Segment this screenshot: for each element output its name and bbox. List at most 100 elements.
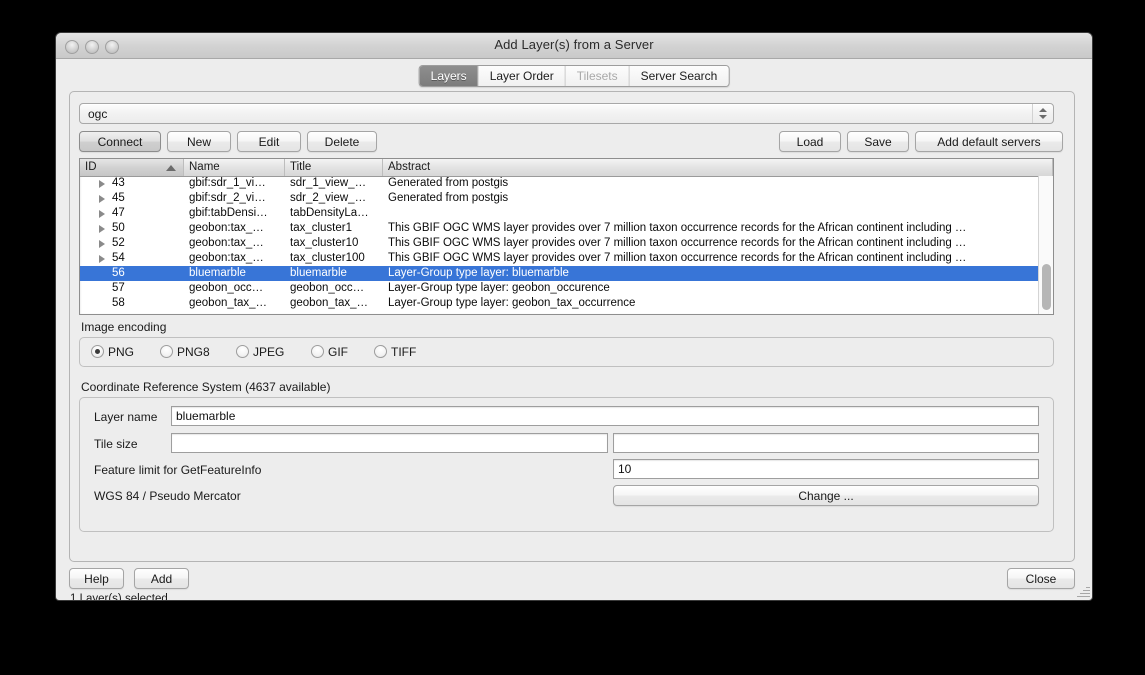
table-cell-title: tax_cluster1	[285, 221, 383, 236]
table-cell-id: 52	[80, 236, 184, 251]
add-default-servers-button[interactable]: Add default servers	[915, 131, 1063, 152]
crs-form-group: Layer name bluemarble Tile size Feature …	[79, 397, 1054, 532]
tab-group: Layers Layer Order Tilesets Server Searc…	[419, 65, 730, 87]
table-cell-id-value: 47	[112, 206, 125, 221]
table-cell-abstract: Generated from postgis	[383, 191, 1053, 206]
table-vertical-scrollbar[interactable]	[1038, 176, 1053, 314]
table-cell-id-value: 43	[112, 176, 125, 191]
column-header-id-label: ID	[85, 161, 97, 173]
radio-jpeg-label: JPEG	[253, 345, 284, 359]
new-button[interactable]: New	[167, 131, 231, 152]
table-cell-name: geobon_occ…	[184, 281, 285, 296]
table-cell-abstract: Layer-Group type layer: geobon_tax_occur…	[383, 296, 1053, 311]
table-cell-id-value: 58	[112, 296, 125, 311]
radio-png8[interactable]: PNG8	[160, 345, 210, 359]
server-connection-combo[interactable]: ogc	[79, 103, 1054, 124]
table-cell-title: tabDensityLa…	[285, 206, 383, 221]
table-cell-abstract: Layer-Group type layer: geobon_occurence	[383, 281, 1053, 296]
column-header-abstract[interactable]: Abstract	[383, 159, 1053, 176]
table-cell-id: 57	[80, 281, 184, 296]
radio-dot-icon	[236, 345, 249, 358]
radio-gif-label: GIF	[328, 345, 348, 359]
table-cell-id: 58	[80, 296, 184, 311]
table-cell-abstract	[383, 206, 1053, 221]
table-row[interactable]: 43gbif:sdr_1_vi…sdr_1_view_…Generated fr…	[80, 176, 1053, 191]
radio-png[interactable]: PNG	[91, 345, 134, 359]
table-cell-name: geobon:tax_…	[184, 221, 285, 236]
close-button[interactable]: Close	[1007, 568, 1075, 589]
add-button[interactable]: Add	[134, 568, 189, 589]
tile-size-width-input[interactable]	[171, 433, 608, 453]
radio-dot-icon	[160, 345, 173, 358]
table-cell-id: 43	[80, 176, 184, 191]
table-cell-name: bluemarble	[184, 266, 285, 281]
table-cell-name: gbif:tabDensi…	[184, 206, 285, 221]
table-row[interactable]: 47 gbif:tabDensi…tabDensityLa…	[80, 206, 1053, 221]
table-row[interactable]: 58geobon_tax_…geobon_tax_…Layer-Group ty…	[80, 296, 1053, 311]
table-cell-id: 56	[80, 266, 184, 281]
status-text: 1 Layer(s) selected	[70, 593, 168, 601]
chevron-updown-icon[interactable]	[1032, 104, 1053, 123]
window-titlebar: Add Layer(s) from a Server	[56, 33, 1092, 59]
table-cell-id-value: 56	[112, 266, 125, 281]
table-row[interactable]: 50geobon:tax_…tax_cluster1This GBIF OGC …	[80, 221, 1053, 236]
table-row[interactable]: 45gbif:sdr_2_vi…sdr_2_view_…Generated fr…	[80, 191, 1053, 206]
tab-layer-order[interactable]: Layer Order	[479, 66, 566, 86]
image-encoding-label: Image encoding	[81, 320, 166, 334]
table-cell-id: 45	[80, 191, 184, 206]
tab-layers[interactable]: Layers	[420, 66, 479, 86]
table-cell-id-value: 50	[112, 221, 125, 236]
radio-png8-label: PNG8	[177, 345, 210, 359]
tile-size-label: Tile size	[94, 437, 138, 451]
tile-size-height-input[interactable]	[613, 433, 1039, 453]
expand-triangle-icon[interactable]	[99, 180, 105, 188]
radio-tiff[interactable]: TIFF	[374, 345, 416, 359]
column-header-id[interactable]: ID	[80, 159, 184, 176]
window-title: Add Layer(s) from a Server	[56, 37, 1092, 52]
change-crs-button[interactable]: Change ...	[613, 485, 1039, 506]
table-cell-name: gbif:sdr_2_vi…	[184, 191, 285, 206]
layer-name-input[interactable]: bluemarble	[171, 406, 1039, 426]
table-cell-id: 54	[80, 251, 184, 266]
layers-table[interactable]: ID Name Title Abstract 43gbif:sdr_1_vi…s…	[79, 158, 1054, 315]
table-cell-id-value: 52	[112, 236, 125, 251]
expand-triangle-icon[interactable]	[99, 195, 105, 203]
load-button[interactable]: Load	[779, 131, 841, 152]
expand-triangle-icon[interactable]	[99, 210, 105, 218]
feature-limit-input[interactable]: 10	[613, 459, 1039, 479]
connect-button[interactable]: Connect	[79, 131, 161, 152]
table-cell-title: tax_cluster100	[285, 251, 383, 266]
expand-triangle-icon[interactable]	[99, 240, 105, 248]
table-cell-title: bluemarble	[285, 266, 383, 281]
table-row[interactable]: 56bluemarblebluemarbleLayer-Group type l…	[80, 266, 1053, 281]
table-cell-id: 47	[80, 206, 184, 221]
resize-grip-icon[interactable]	[1076, 584, 1090, 598]
radio-dot-icon	[374, 345, 387, 358]
crs-group-label: Coordinate Reference System (4637 availa…	[81, 380, 330, 394]
expand-triangle-icon[interactable]	[99, 255, 105, 263]
edit-button[interactable]: Edit	[237, 131, 301, 152]
layer-name-label: Layer name	[94, 410, 157, 424]
table-cell-name: geobon:tax_…	[184, 251, 285, 266]
table-row[interactable]: 54geobon:tax_…tax_cluster100This GBIF OG…	[80, 251, 1053, 266]
table-row[interactable]: 52geobon:tax_…tax_cluster10This GBIF OGC…	[80, 236, 1053, 251]
expand-triangle-icon[interactable]	[99, 225, 105, 233]
delete-button[interactable]: Delete	[307, 131, 377, 152]
tab-server-search[interactable]: Server Search	[630, 66, 729, 86]
table-cell-abstract: This GBIF OGC WMS layer provides over 7 …	[383, 251, 1053, 266]
column-header-title[interactable]: Title	[285, 159, 383, 176]
table-cell-name: geobon:tax_…	[184, 236, 285, 251]
table-cell-id: 50	[80, 221, 184, 236]
table-cell-title: geobon_tax_…	[285, 296, 383, 311]
table-row[interactable]: 57geobon_occ…geobon_occ…Layer-Group type…	[80, 281, 1053, 296]
save-button[interactable]: Save	[847, 131, 909, 152]
radio-dot-icon	[91, 345, 104, 358]
table-cell-id-value: 57	[112, 281, 125, 296]
tab-tilesets: Tilesets	[566, 66, 630, 86]
column-header-name[interactable]: Name	[184, 159, 285, 176]
radio-jpeg[interactable]: JPEG	[236, 345, 284, 359]
table-scrollbar-thumb[interactable]	[1042, 264, 1051, 310]
layers-tab-panel: ogc Connect New Edit Delete Load Save Ad…	[69, 91, 1075, 562]
radio-gif[interactable]: GIF	[311, 345, 348, 359]
help-button[interactable]: Help	[69, 568, 124, 589]
